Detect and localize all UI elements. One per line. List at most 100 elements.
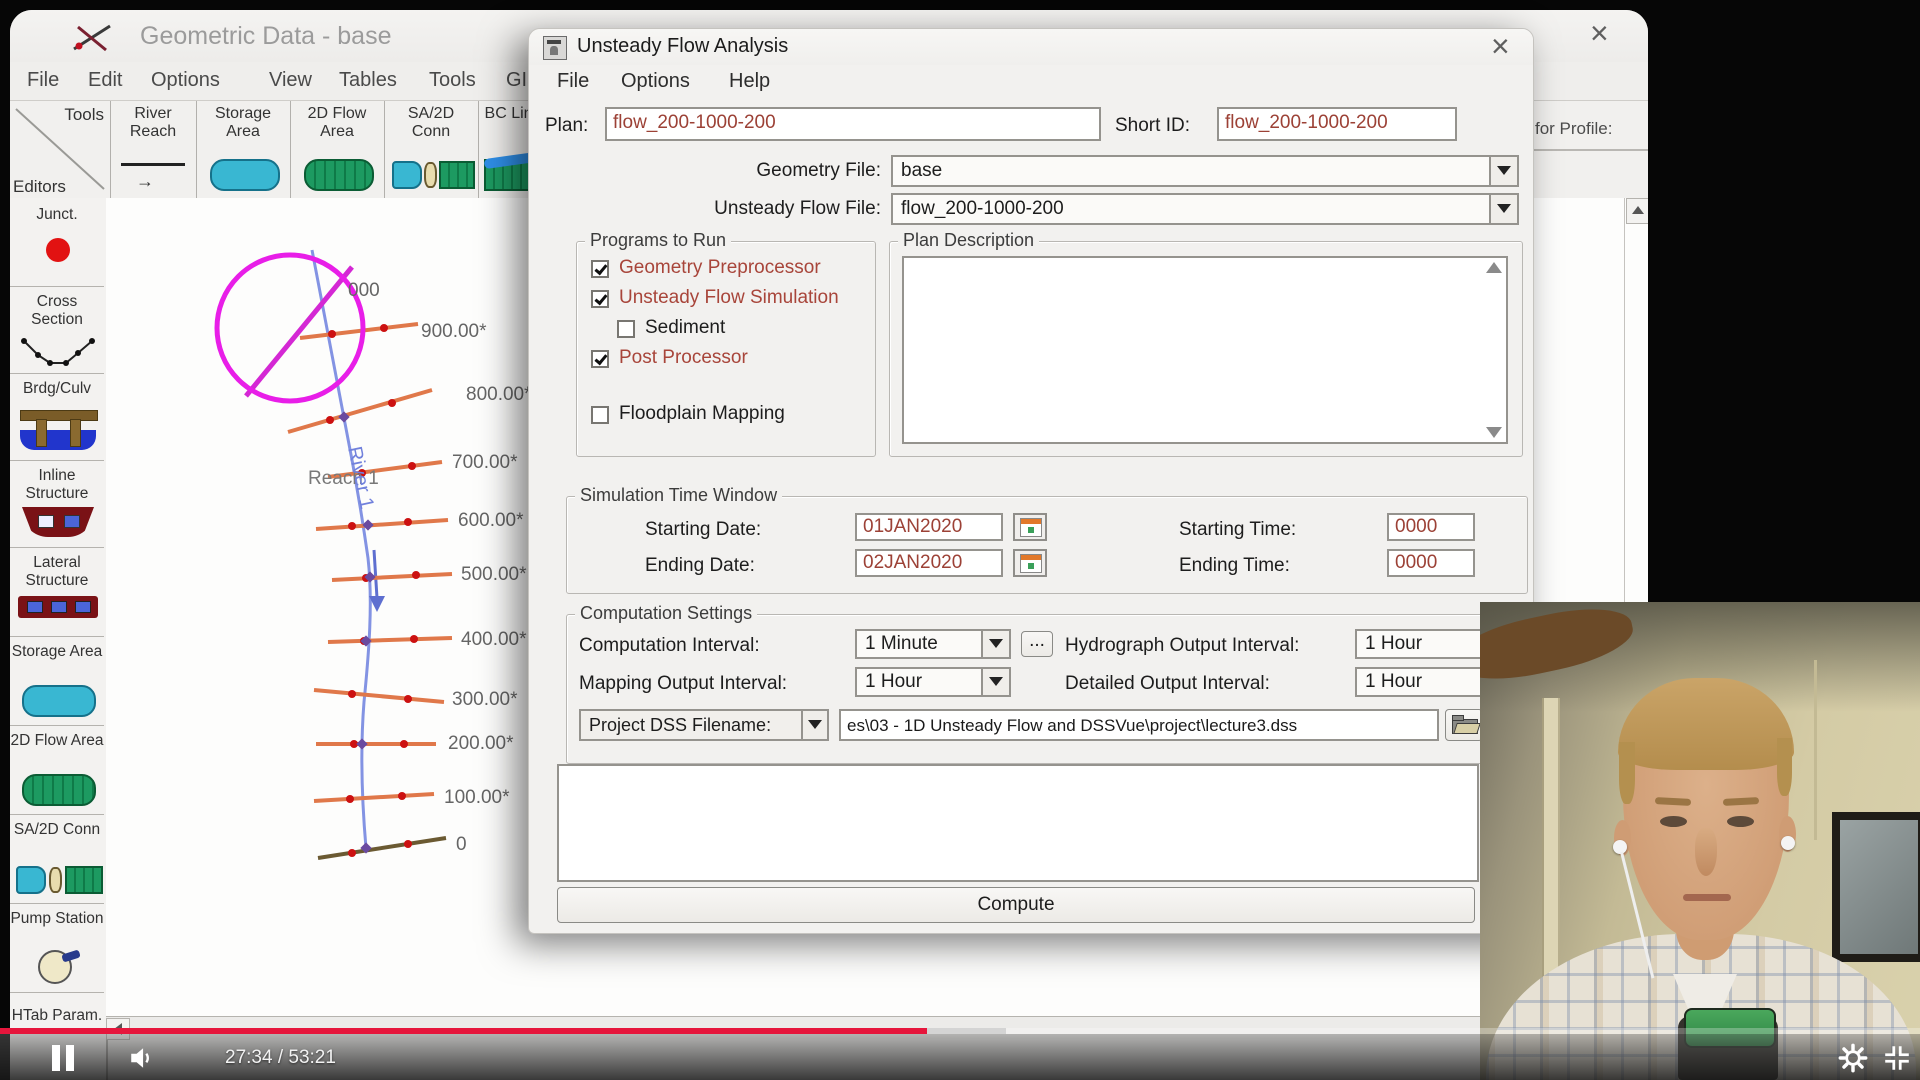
- geometric-data-icon: [68, 22, 114, 54]
- chevron-down-icon: [989, 677, 1003, 686]
- dss-browse-button[interactable]: [1445, 709, 1483, 741]
- editor-lateral-structure[interactable]: Lateral Structure: [10, 548, 104, 637]
- plan-description-textarea[interactable]: [902, 256, 1508, 444]
- station-label: 100.00*: [444, 787, 510, 808]
- sa-2d-conn-icon: [392, 159, 472, 187]
- station-label: 600.00*: [458, 510, 524, 531]
- editor-bridge-culvert[interactable]: Brdg/Culv: [10, 374, 104, 461]
- scroll-up-button[interactable]: [1626, 198, 1648, 224]
- computation-message-box: [557, 764, 1479, 882]
- fullscreen-exit-icon[interactable]: [1882, 1043, 1912, 1073]
- chevron-down-button[interactable]: [981, 669, 1009, 695]
- gw-menu-edit[interactable]: Edit: [88, 69, 122, 92]
- sediment-checkbox[interactable]: [617, 320, 635, 338]
- mapping-interval-label: Mapping Output Interval:: [579, 673, 787, 695]
- programs-to-run-group: Programs to Run Geometry Preprocessor Un…: [576, 241, 876, 457]
- editor-storage-area[interactable]: Storage Area: [10, 637, 104, 726]
- station-label: 700.00*: [452, 452, 518, 473]
- storage-area-icon: [210, 159, 280, 191]
- starting-time-input[interactable]: 0000: [1387, 513, 1475, 541]
- calendar-icon: [1020, 518, 1042, 537]
- toolbar-sa-2d-conn[interactable]: SA/2D Conn: [384, 101, 479, 199]
- ending-time-input[interactable]: 0000: [1387, 549, 1475, 577]
- computation-interval-more-button[interactable]: ...: [1021, 631, 1053, 657]
- ending-date-calendar-button[interactable]: [1013, 549, 1047, 577]
- hydrograph-interval-label: Hydrograph Output Interval:: [1065, 635, 1299, 657]
- person-hair-side-left: [1619, 742, 1635, 804]
- dss-filename-input[interactable]: es\03 - 1D Unsteady Flow and DSSVue\proj…: [839, 709, 1439, 741]
- volume-icon[interactable]: [128, 1044, 156, 1072]
- plan-input[interactable]: flow_200-1000-200: [605, 107, 1101, 141]
- editor-junction[interactable]: Junct.: [10, 200, 104, 287]
- person-mouth: [1683, 894, 1731, 901]
- unsteady-file-combo[interactable]: flow_200-1000-200: [891, 193, 1519, 225]
- computation-interval-combo[interactable]: 1 Minute: [855, 629, 1011, 659]
- editor-sa-2d-conn[interactable]: SA/2D Conn: [10, 815, 104, 904]
- starting-date-calendar-button[interactable]: [1013, 513, 1047, 541]
- dlg-titlebar: Unsteady Flow Analysis ×: [529, 29, 1533, 65]
- dss-filename-selector[interactable]: Project DSS Filename:: [579, 709, 829, 741]
- pause-icon[interactable]: [52, 1045, 76, 1071]
- station-label: 300.00*: [452, 689, 518, 710]
- gw-menu-view[interactable]: View: [269, 69, 312, 92]
- ending-date-input[interactable]: 02JAN2020: [855, 549, 1003, 577]
- ending-time-label: Ending Time:: [1179, 555, 1290, 577]
- gw-menu-tables[interactable]: Tables: [339, 69, 397, 92]
- chevron-down-icon: [1497, 204, 1511, 213]
- dlg-menu-help[interactable]: Help: [729, 70, 770, 93]
- storage-area-editor-icon: [22, 685, 96, 717]
- unsteady-flow-simulation-checkbox[interactable]: [591, 290, 609, 308]
- post-processor-checkbox[interactable]: [591, 350, 609, 368]
- floodplain-mapping-label: Floodplain Mapping: [619, 403, 785, 425]
- editor-cross-section[interactable]: Cross Section: [10, 287, 104, 374]
- toolbar-river-reach[interactable]: River Reach →: [110, 101, 197, 199]
- dlg-menu-options[interactable]: Options: [621, 70, 690, 93]
- video-control-bar: 27:34 / 53:21: [0, 1034, 1920, 1080]
- gw-close-icon[interactable]: ×: [1590, 18, 1609, 48]
- chevron-down-button[interactable]: [981, 631, 1009, 657]
- editor-2d-flow-area[interactable]: 2D Flow Area: [10, 726, 104, 815]
- person-eye-right: [1727, 816, 1754, 827]
- editor-pump-station[interactable]: Pump Station: [10, 904, 104, 993]
- editors-corner-label: Editors: [13, 177, 66, 197]
- station-label: 200.00*: [448, 733, 514, 754]
- station-label: 000: [348, 280, 380, 301]
- starting-date-input[interactable]: 01JAN2020: [855, 513, 1003, 541]
- dss-dropdown-button[interactable]: [801, 711, 827, 739]
- gw-menu-options[interactable]: Options: [151, 69, 220, 92]
- webcam-overlay: [1480, 602, 1920, 1080]
- editor-inline-structure[interactable]: Inline Structure: [10, 461, 104, 548]
- floodplain-mapping-checkbox[interactable]: [591, 406, 609, 424]
- dlg-menu-file[interactable]: File: [557, 70, 589, 93]
- geometry-file-label: Geometry File:: [547, 160, 881, 182]
- geometry-preprocessor-label: Geometry Preprocessor: [619, 257, 821, 279]
- toolbar-2d-flow-area[interactable]: 2D Flow Area: [290, 101, 385, 199]
- flow-arrow-shaft: [374, 550, 377, 598]
- gw-editors-panel: Junct. Cross Section Brdg/Culv Inline St…: [10, 198, 108, 1080]
- river-reach-icon: [121, 163, 185, 166]
- textarea-scroll-down-icon[interactable]: [1486, 427, 1502, 438]
- toolbar-storage-area[interactable]: Storage Area: [196, 101, 291, 199]
- 2d-flow-area-icon: [304, 159, 374, 191]
- geometry-file-combo[interactable]: base: [891, 155, 1519, 187]
- video-timestamp: 27:34 / 53:21: [225, 1047, 336, 1069]
- plan-description-group-title: Plan Description: [898, 230, 1039, 251]
- short-id-input[interactable]: flow_200-1000-200: [1217, 107, 1457, 141]
- unsteady-file-dropdown-button[interactable]: [1489, 195, 1517, 223]
- door-edge-line: [1814, 660, 1817, 840]
- person-eye-left: [1660, 816, 1687, 827]
- compute-button[interactable]: Compute: [557, 887, 1475, 923]
- textarea-scroll-up-icon[interactable]: [1486, 262, 1502, 273]
- geometry-preprocessor-checkbox[interactable]: [591, 260, 609, 278]
- starting-date-label: Starting Date:: [645, 519, 761, 541]
- dlg-close-icon[interactable]: ×: [1491, 31, 1510, 61]
- settings-gear-icon[interactable]: [1838, 1043, 1868, 1073]
- gw-menu-tools[interactable]: Tools: [429, 69, 476, 92]
- mapping-interval-combo[interactable]: 1 Hour: [855, 667, 1011, 697]
- gw-menu-file[interactable]: File: [27, 69, 59, 92]
- bridge-culvert-icon: [20, 406, 96, 452]
- 2d-flow-area-editor-icon: [22, 774, 96, 806]
- cross-section-line-0: [318, 838, 446, 858]
- geometry-file-dropdown-button[interactable]: [1489, 157, 1517, 185]
- simulation-time-window-group: Simulation Time Window Starting Date: 01…: [566, 496, 1528, 594]
